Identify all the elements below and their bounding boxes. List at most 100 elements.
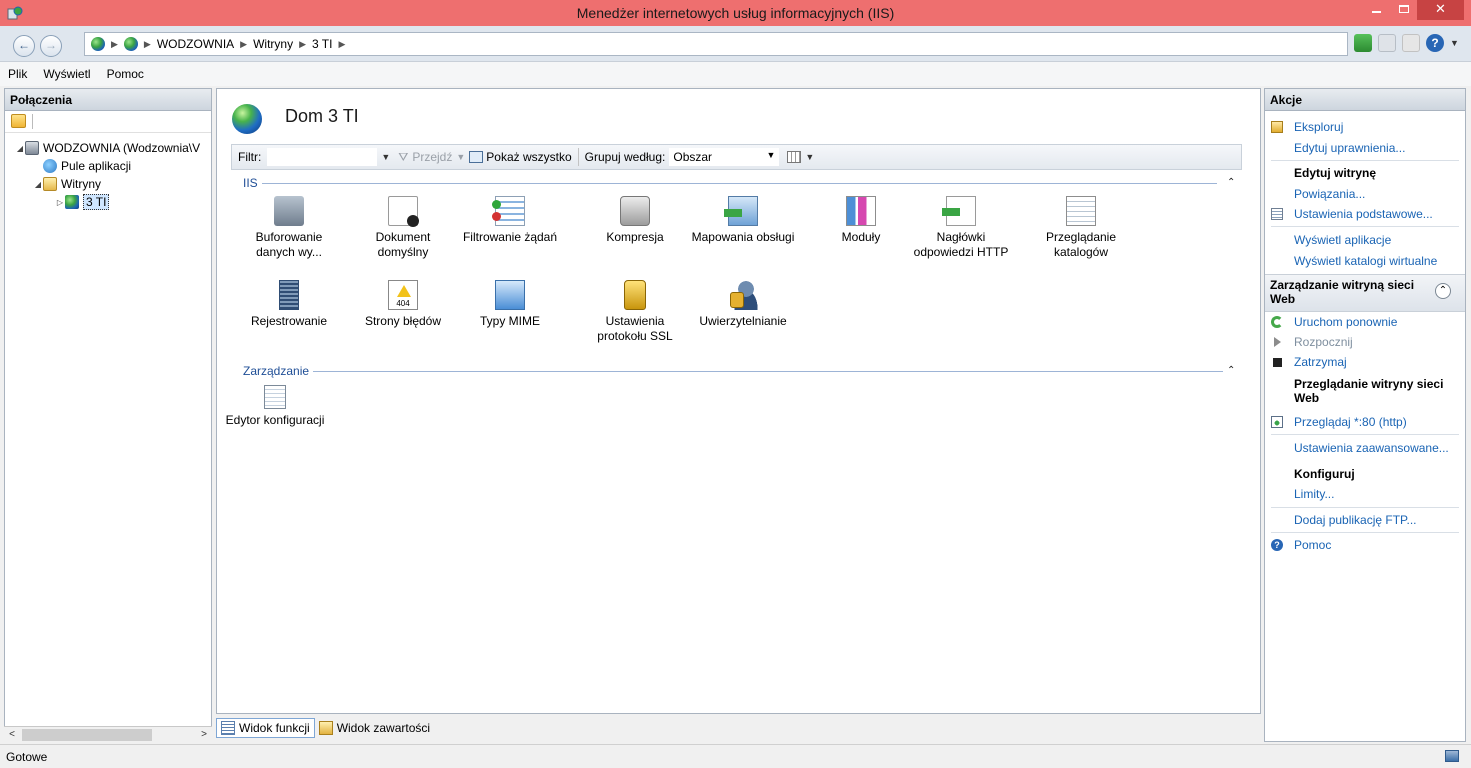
feature-default-document[interactable]: Dokument domyślny	[351, 196, 455, 260]
section-title: Zarządzanie witryną sieci Web	[1270, 278, 1415, 306]
address-toolbar: ? ▼	[1354, 34, 1459, 52]
manage-site-section-header[interactable]: Zarządzanie witryną sieci Web ⌃	[1265, 274, 1465, 312]
breadcrumb-separator-icon: ▶	[338, 38, 346, 49]
toolbar-separator	[577, 148, 579, 166]
show-all-button[interactable]: Pokaż wszystko	[486, 150, 571, 164]
action-start[interactable]: Rozpocznij	[1294, 335, 1353, 349]
feature-label: Nagłówki odpowiedzi HTTP	[913, 230, 1009, 259]
actions-panel: Akcje Eksploruj Edytuj uprawnienia... Ed…	[1264, 88, 1466, 742]
breadcrumb-item-site[interactable]: 3 TI	[312, 37, 332, 51]
feature-label: Buforowanie danych wy...	[255, 230, 323, 259]
group-by-select[interactable]: Obszar ▼	[669, 148, 780, 166]
action-browse-80[interactable]: Przeglądaj *:80 (http)	[1294, 415, 1407, 429]
action-view-applications[interactable]: Wyświetl aplikacje	[1294, 233, 1391, 247]
collapse-icon[interactable]: ⌃	[1227, 365, 1235, 376]
edit-site-heading: Edytuj witrynę	[1294, 166, 1377, 180]
feature-label: Edytor konfiguracji	[225, 413, 325, 427]
tree-item-app-pools[interactable]: Pule aplikacji	[43, 158, 131, 174]
refresh-icon[interactable]	[1354, 34, 1372, 52]
chevron-down-icon[interactable]: ▼	[456, 152, 465, 162]
help-icon[interactable]: ?	[1426, 34, 1444, 52]
action-limits[interactable]: Limity...	[1294, 487, 1334, 501]
collapse-icon[interactable]: ⌃	[1435, 283, 1451, 299]
action-explore[interactable]: Eksploruj	[1294, 120, 1343, 134]
site-globe-icon	[232, 104, 262, 134]
breadcrumb-separator-icon: ▶	[299, 38, 307, 49]
error-pages-icon: 404	[388, 280, 418, 310]
feature-mime-types[interactable]: Typy MIME	[455, 280, 565, 329]
scroll-right-icon[interactable]: >	[196, 727, 212, 743]
actions-divider	[1271, 226, 1459, 227]
collapse-icon[interactable]: ⌃	[1227, 177, 1235, 188]
feature-authentication[interactable]: Uwierzytelnianie	[683, 280, 803, 329]
tree-item-server[interactable]: ◢ WODZOWNIA (Wodzownia\V	[15, 140, 210, 156]
action-add-ftp-publishing[interactable]: Dodaj publikację FTP...	[1294, 513, 1417, 527]
action-basic-settings[interactable]: Ustawienia podstawowe...	[1294, 207, 1433, 221]
stop-icon[interactable]	[1378, 34, 1396, 52]
expander-icon[interactable]: ◢	[33, 180, 43, 189]
connections-scrollbar[interactable]: < >	[4, 726, 212, 742]
action-view-virtual-directories[interactable]: Wyświetl katalogi wirtualne	[1294, 254, 1437, 268]
feature-request-filtering[interactable]: Filtrowanie żądań	[455, 196, 565, 245]
tree-item-sites[interactable]: ◢ Witryny	[33, 176, 101, 192]
tab-features-view[interactable]: Widok funkcji	[216, 718, 315, 738]
feature-output-caching[interactable]: Buforowanie danych wy...	[237, 196, 341, 260]
tab-label: Widok funkcji	[239, 721, 310, 735]
breadcrumb-separator-icon: ▶	[240, 38, 248, 49]
feature-modules[interactable]: Moduły	[809, 196, 913, 245]
ssl-settings-icon	[624, 280, 646, 310]
feature-compression[interactable]: Kompresja	[583, 196, 687, 245]
back-arrow-icon: ←	[18, 38, 30, 52]
maximize-button[interactable]	[1390, 0, 1417, 20]
address-field[interactable]: ▶ ▶ WODZOWNIA ▶ Witryny ▶ 3 TI ▶	[84, 32, 1348, 56]
help-icon: ?	[1271, 539, 1283, 551]
logging-icon	[279, 280, 299, 310]
up-folder-icon[interactable]	[11, 114, 26, 128]
settings-icon	[1271, 208, 1283, 220]
menu-view[interactable]: Wyświetl	[43, 67, 90, 81]
action-bindings[interactable]: Powiązania...	[1294, 187, 1365, 201]
section-iis-header[interactable]: IIS ⌃	[243, 176, 1235, 190]
network-icon	[1445, 750, 1459, 762]
filter-input[interactable]	[267, 148, 378, 166]
menu-file[interactable]: Plik	[8, 67, 27, 81]
action-stop[interactable]: Zatrzymaj	[1294, 355, 1347, 369]
go-button[interactable]: Przejdź	[412, 150, 452, 164]
breadcrumb-item-sites[interactable]: Witryny	[253, 37, 293, 51]
close-button[interactable]: ✕	[1417, 0, 1464, 20]
app-pool-icon	[43, 159, 57, 173]
menu-help[interactable]: Pomoc	[107, 67, 144, 81]
feature-handler-mappings[interactable]: Mapowania obsługi	[683, 196, 803, 245]
tree-item-site[interactable]: ▷ 3 TI	[55, 194, 110, 210]
feature-http-response-headers[interactable]: Nagłówki odpowiedzi HTTP	[909, 196, 1013, 260]
chevron-down-icon[interactable]: ▼	[805, 152, 814, 162]
feature-configuration-editor[interactable]: Edytor konfiguracji	[221, 385, 329, 428]
expander-icon[interactable]: ◢	[15, 144, 25, 153]
actions-divider	[1271, 507, 1459, 508]
breadcrumb-item-server[interactable]: WODZOWNIA	[157, 37, 234, 51]
home-icon[interactable]	[1402, 34, 1420, 52]
feature-logging[interactable]: Rejestrowanie	[237, 280, 341, 329]
section-management-header[interactable]: Zarządzanie ⌃	[243, 364, 1235, 378]
chevron-down-icon[interactable]: ▼	[1450, 38, 1459, 48]
globe-icon[interactable]	[91, 37, 105, 51]
globe-icon[interactable]	[123, 37, 138, 51]
scrollbar-thumb[interactable]	[22, 729, 152, 741]
action-advanced-settings[interactable]: Ustawienia zaawansowane...	[1294, 441, 1449, 455]
filter-bar: Filtr: ▼ ⛛ Przejdź ▼ Pokaż wszystko Grup…	[231, 144, 1242, 170]
back-button[interactable]: ←	[13, 35, 35, 57]
chevron-down-icon[interactable]: ▼	[381, 152, 390, 162]
sites-folder-icon	[43, 177, 57, 191]
view-mode-icon[interactable]	[787, 151, 802, 163]
tab-content-view[interactable]: Widok zawartości	[315, 718, 434, 738]
action-help[interactable]: Pomoc	[1294, 538, 1331, 552]
feature-ssl-settings[interactable]: Ustawienia protokołu SSL	[583, 280, 687, 344]
action-edit-permissions[interactable]: Edytuj uprawnienia...	[1294, 141, 1405, 155]
action-restart[interactable]: Uruchom ponownie	[1294, 315, 1397, 329]
scroll-left-icon[interactable]: <	[4, 727, 20, 743]
expander-icon[interactable]: ▷	[55, 198, 65, 207]
forward-button[interactable]: →	[40, 35, 62, 57]
feature-error-pages[interactable]: 404 Strony błędów	[351, 280, 455, 329]
feature-directory-browsing[interactable]: Przeglądanie katalogów	[1029, 196, 1133, 260]
minimize-button[interactable]	[1363, 0, 1390, 20]
